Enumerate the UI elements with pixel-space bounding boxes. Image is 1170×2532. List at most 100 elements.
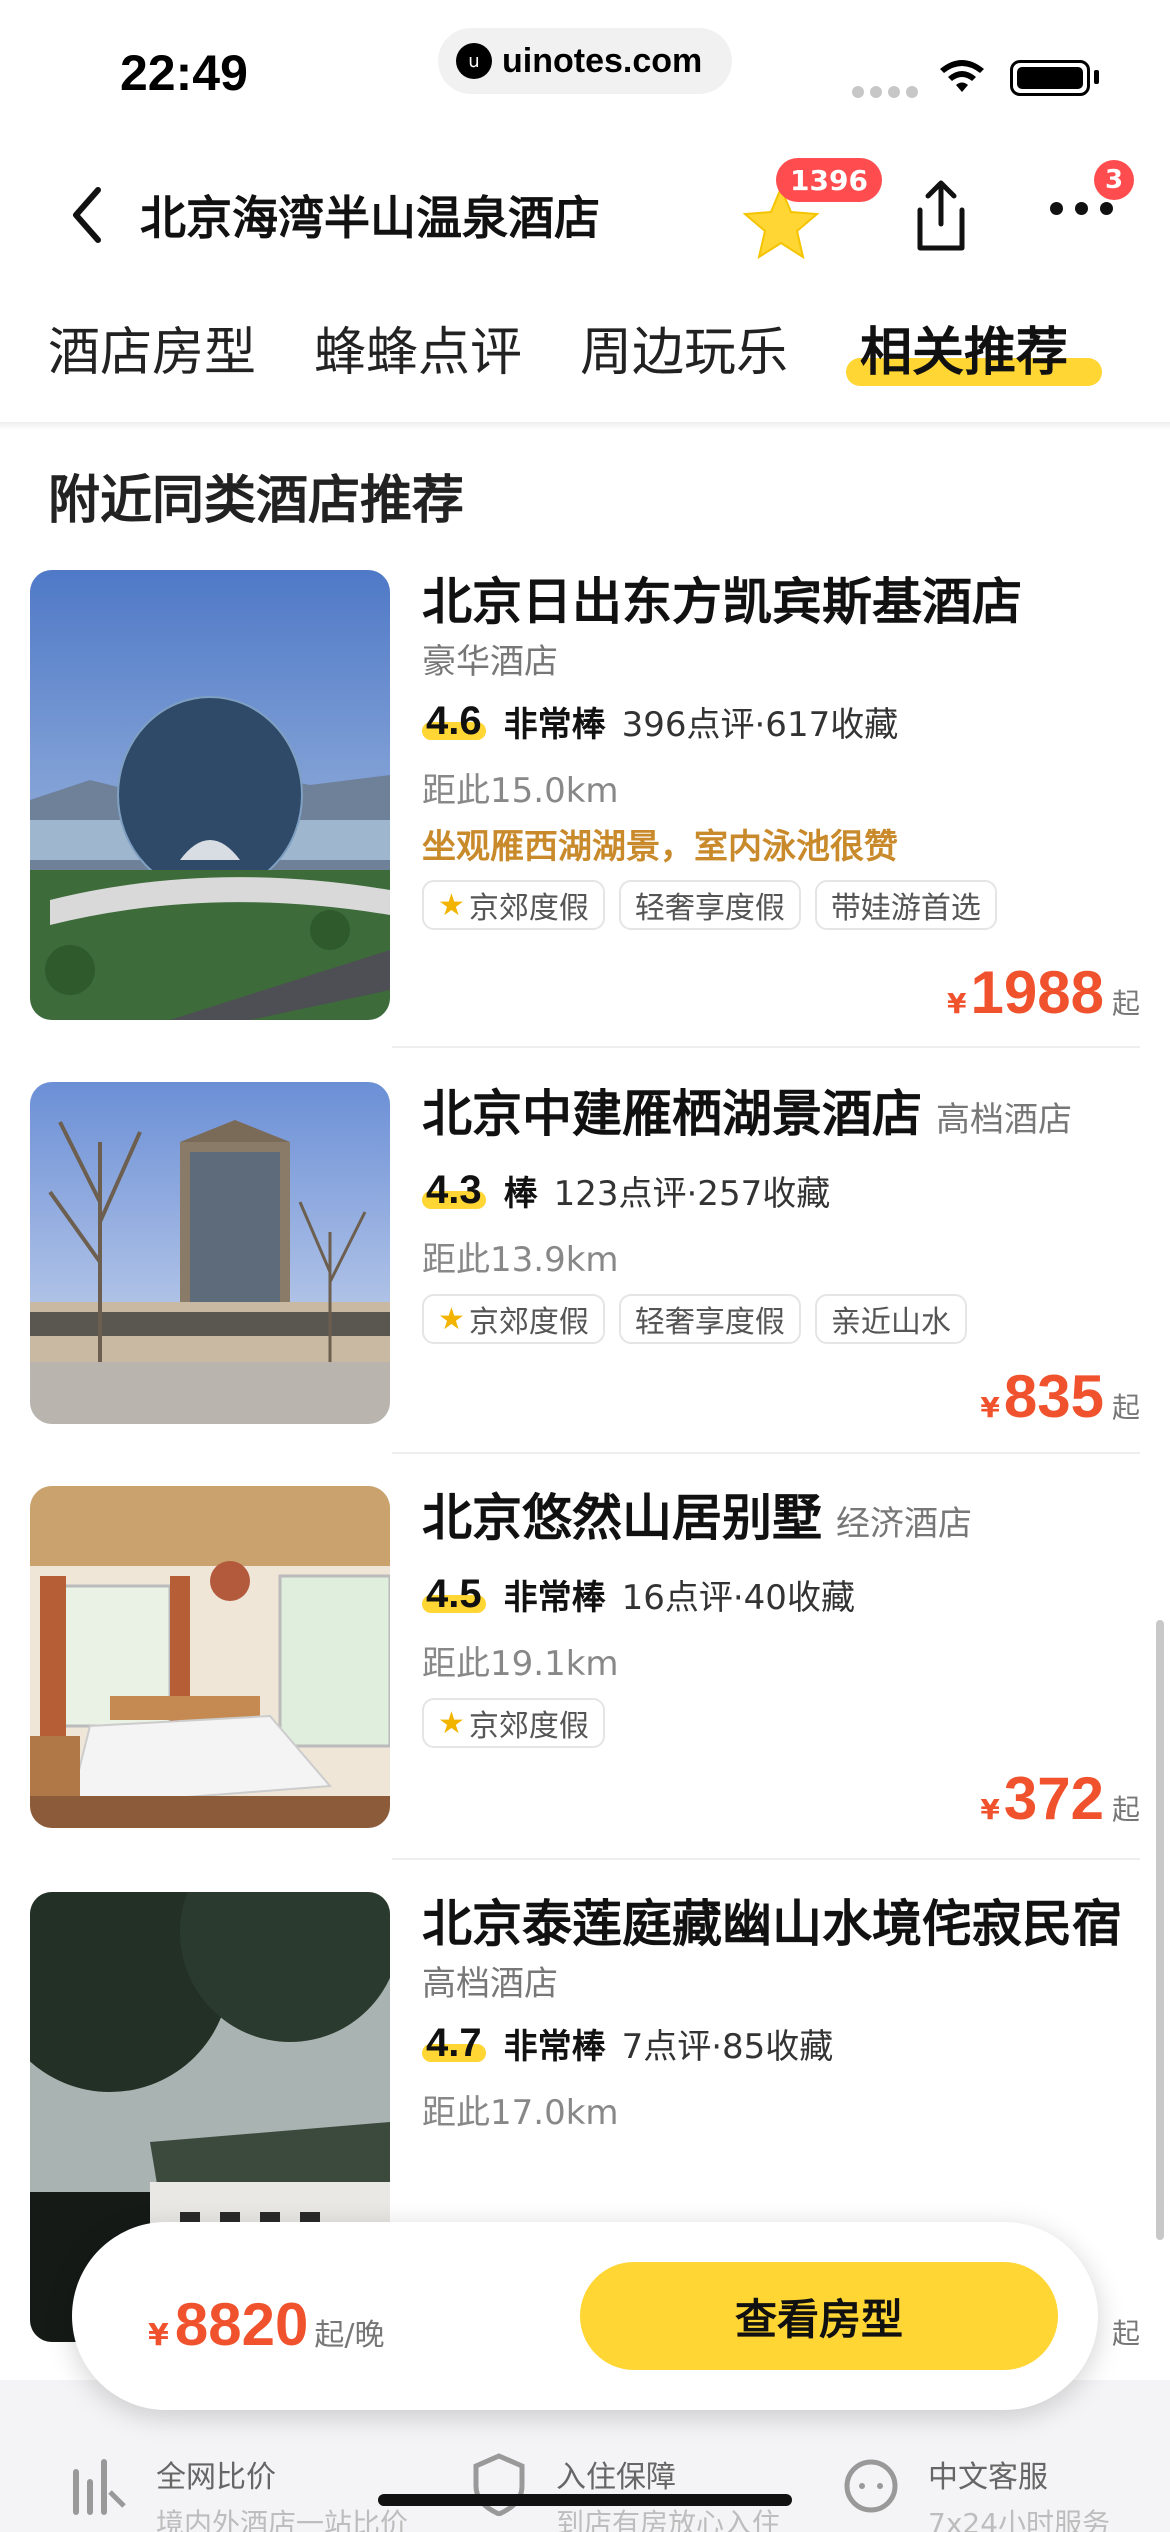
review-count: 123点评·257收藏 xyxy=(553,1173,831,1214)
price-compare-icon xyxy=(73,2459,126,2515)
rating-score: 4.3 xyxy=(422,1168,486,1213)
rating-label: 非常棒 xyxy=(503,1577,606,1618)
price-value: 835 xyxy=(1003,1363,1104,1430)
tab-bar-shadow xyxy=(0,422,1170,430)
hotel-price: ¥ 835 起 xyxy=(980,1362,1140,1431)
star-icon: ★ xyxy=(438,1705,465,1741)
hotel-price: ¥ 372 起 xyxy=(980,1764,1140,1833)
hotel-photo xyxy=(30,1486,390,1828)
booking-float-bar: ¥ 8820 起/晚 查看房型 xyxy=(72,2222,1098,2410)
tag-list: ★ 京郊度假 xyxy=(422,1698,1140,1748)
status-bar: 22:49 u uinotes.com xyxy=(0,0,1170,130)
hotel-info: 北京日出东方凯宾斯基酒店 豪华酒店 4.6 非常棒 396点评·617收藏 距此… xyxy=(422,570,1140,930)
nav-bar: 北京海湾半山温泉酒店 xyxy=(0,160,1170,270)
battery-tip xyxy=(1094,70,1099,84)
tab-reviews[interactable]: 蜂蜂点评 xyxy=(314,310,522,385)
tab-bar: 酒店房型 蜂蜂点评 周边玩乐 相关推荐 xyxy=(0,300,1170,420)
scrollbar[interactable] xyxy=(1156,1620,1164,2240)
tab-room-types[interactable]: 酒店房型 xyxy=(48,310,256,385)
rating-row: 4.7 非常棒 7点评·85收藏 xyxy=(422,2015,1140,2071)
home-indicator[interactable] xyxy=(378,2494,792,2506)
hotel-price: 起 xyxy=(1104,2312,1140,2352)
hotel-type: 豪华酒店 xyxy=(422,642,558,682)
wifi-icon xyxy=(940,60,984,92)
service-title: 入住保障 xyxy=(556,2460,676,2495)
hotel-photo xyxy=(30,1082,390,1424)
service-item-support: 中文客服 7x24小时服务 xyxy=(842,2452,1110,2532)
back-arrow-icon[interactable] xyxy=(62,180,112,250)
price-suffix: 起/晚 xyxy=(314,2318,385,2353)
price-suffix: 起 xyxy=(1111,1793,1140,1826)
rating-row: 4.3 棒 123点评·257收藏 xyxy=(422,1162,1140,1218)
view-room-types-button[interactable]: 查看房型 xyxy=(580,2262,1058,2370)
hotel-info: 北京泰莲庭藏幽山水境侘寂民宿 高档酒店 4.7 非常棒 7点评·85收藏 距此1… xyxy=(422,1892,1140,2135)
site-icon: u xyxy=(456,43,492,79)
url-pill[interactable]: u uinotes.com xyxy=(438,28,732,94)
tab-nearby-fun[interactable]: 周边玩乐 xyxy=(580,310,788,385)
service-title: 全网比价 xyxy=(156,2460,276,2495)
share-icon[interactable] xyxy=(906,176,976,256)
service-subtitle: 境内外酒店一站比价 xyxy=(156,2507,409,2532)
tag: 亲近山水 xyxy=(814,1294,967,1344)
price-currency: ¥ xyxy=(980,1391,1000,1424)
hotel-type: 高档酒店 xyxy=(936,1100,1072,1140)
price-currency: ¥ xyxy=(947,987,967,1020)
service-item-price-compare: 全网比价 境内外酒店一站比价 xyxy=(70,2452,408,2532)
hotel-card[interactable]: 北京悠然山居别墅 经济酒店 4.5 非常棒 16点评·40收藏 距此19.1km … xyxy=(30,1486,1140,1832)
hotel-info: 北京悠然山居别墅 经济酒店 4.5 非常棒 16点评·40收藏 距此19.1km … xyxy=(422,1486,1140,1748)
current-hotel-price: ¥ 8820 起/晚 xyxy=(148,2290,384,2359)
hotel-type: 高档酒店 xyxy=(422,1964,558,2004)
tag-list: ★ 京郊度假 轻奢享度假 亲近山水 xyxy=(422,1294,1140,1344)
price-suffix: 起 xyxy=(1111,1391,1140,1424)
rating-row: 4.5 非常棒 16点评·40收藏 xyxy=(422,1566,1140,1622)
favorites-count-badge: 1396 xyxy=(776,158,882,202)
star-icon: ★ xyxy=(438,1301,465,1337)
hotel-photo xyxy=(30,570,390,1020)
cellular-signal-icon xyxy=(852,86,918,98)
hotel-name: 北京悠然山居别墅 xyxy=(422,1489,822,1547)
hotel-name: 北京中建雁栖湖景酒店 xyxy=(422,1085,922,1143)
price-currency: ¥ xyxy=(980,1793,1000,1826)
review-count: 396点评·617收藏 xyxy=(621,704,899,745)
card-divider xyxy=(392,1046,1140,1048)
hotel-distance: 距此13.9km xyxy=(422,1240,619,1280)
tag: 轻奢享度假 xyxy=(618,1294,801,1344)
tag: 带娃游首选 xyxy=(814,880,997,930)
hotel-type: 经济酒店 xyxy=(836,1504,972,1544)
hotel-name: 北京日出东方凯宾斯基酒店 xyxy=(422,573,1022,631)
hotel-distance: 距此15.0km xyxy=(422,771,619,811)
hotel-highlight: 坐观雁西湖湖景，室内泳池很赞 xyxy=(422,827,898,867)
hotel-info: 北京中建雁栖湖景酒店 高档酒店 4.3 棒 123点评·257收藏 距此13.9k… xyxy=(422,1082,1140,1344)
tag: ★ 京郊度假 xyxy=(422,880,605,930)
rating-row: 4.6 非常棒 396点评·617收藏 xyxy=(422,693,1140,749)
rating-label: 非常棒 xyxy=(503,2026,606,2067)
more-options-icon[interactable] xyxy=(1050,202,1113,215)
price-suffix: 起 xyxy=(1111,2317,1140,2350)
hotel-distance: 距此17.0km xyxy=(422,2093,619,2133)
section-title: 附近同类酒店推荐 xyxy=(48,471,465,531)
service-subtitle: 到店有房放心入住 xyxy=(556,2507,781,2532)
service-subtitle: 7x24小时服务 xyxy=(928,2507,1111,2532)
price-value: 372 xyxy=(1003,1765,1104,1832)
tab-recommendations[interactable]: 相关推荐 xyxy=(860,310,1068,385)
hotel-card[interactable]: 北京日出东方凯宾斯基酒店 豪华酒店 4.6 非常棒 396点评·617收藏 距此… xyxy=(30,570,1140,1026)
hotel-distance: 距此19.1km xyxy=(422,1644,619,1684)
rating-label: 棒 xyxy=(503,1173,538,1214)
hotel-name-row: 北京悠然山居别墅 经济酒店 xyxy=(422,1486,1140,1556)
price-suffix: 起 xyxy=(1111,987,1140,1020)
shield-icon xyxy=(473,2453,525,2516)
rating-score: 4.7 xyxy=(422,2021,486,2066)
service-title: 中文客服 xyxy=(928,2460,1048,2495)
hotel-name: 北京泰莲庭藏幽山水境侘寂民宿 xyxy=(422,1895,1122,1953)
hotel-card[interactable]: 北京中建雁栖湖景酒店 高档酒店 4.3 棒 123点评·257收藏 距此13.9k… xyxy=(30,1082,1140,1430)
rating-score: 4.6 xyxy=(422,699,486,744)
rating-score: 4.5 xyxy=(422,1572,486,1617)
tag: ★ 京郊度假 xyxy=(422,1294,605,1344)
price-value: 1988 xyxy=(970,959,1104,1026)
card-divider xyxy=(392,1452,1140,1454)
battery-icon xyxy=(1010,60,1090,96)
star-icon: ★ xyxy=(438,887,465,923)
tag-list: ★ 京郊度假 轻奢享度假 带娃游首选 xyxy=(422,880,1140,930)
price-value: 8820 xyxy=(174,2291,309,2358)
page-title: 北京海湾半山温泉酒店 xyxy=(140,191,600,245)
